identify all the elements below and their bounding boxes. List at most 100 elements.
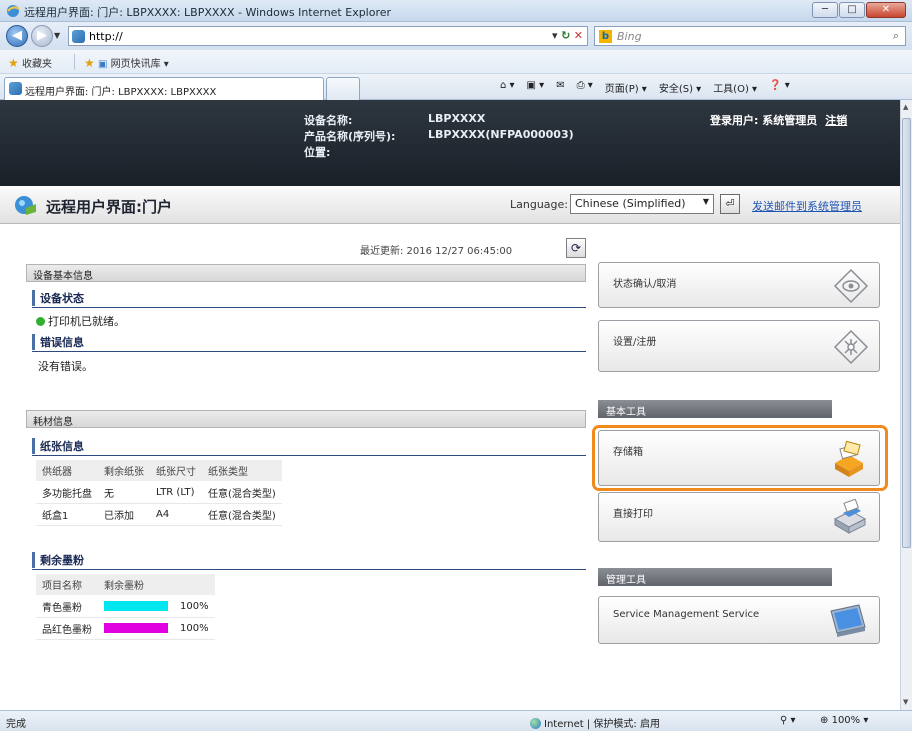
table-cell: 纸盒1 — [36, 503, 98, 526]
send-mail-link[interactable]: 发送邮件到系统管理员 — [752, 198, 862, 214]
history-dropdown-icon[interactable]: ▼ — [54, 31, 60, 40]
login-user-text: 登录用户: 系统管理员 — [710, 114, 818, 127]
add-favorite-icon: ★ — [84, 56, 95, 70]
location-label: 位置: — [304, 146, 331, 159]
table-header-row: 供纸器 剩余纸张 纸张尺寸 纸张类型 — [36, 460, 282, 482]
search-placeholder[interactable]: Bing — [617, 30, 642, 43]
print-icon[interactable]: ⎙ ▾ — [577, 80, 593, 95]
security-zone-text: Internet | 保护模式: 启用 — [544, 719, 660, 730]
magenta-toner-bar — [104, 623, 168, 633]
logout-link[interactable]: 注销 — [825, 114, 847, 127]
vertical-scrollbar[interactable]: ▲ ▼ — [900, 100, 912, 710]
column-header: 纸张尺寸 — [150, 460, 202, 482]
help-icon[interactable]: ❓ ▾ — [769, 80, 790, 95]
refresh-icon: ⟳ — [570, 241, 582, 255]
zoom-level[interactable]: ⊕ 100% ▾ — [820, 715, 868, 726]
feeds-icon[interactable]: ▣ ▾ — [527, 80, 545, 95]
tools-menu[interactable]: 工具(O) ▾ — [713, 80, 757, 95]
direct-print-button[interactable]: 直接打印 — [598, 492, 880, 542]
toner-level-bar — [98, 617, 174, 640]
status-monitor-button[interactable]: 状态确认/取消 — [598, 262, 880, 308]
toner-percent: 100% — [174, 595, 215, 618]
table-cell: A4 — [150, 503, 202, 526]
settings-button[interactable]: 设置/注册 — [598, 320, 880, 372]
sms-label: Service Management Service — [613, 609, 760, 620]
security-zone[interactable]: Internet | 保护模式: 启用 — [530, 715, 660, 730]
scrollbar-thumb[interactable] — [902, 118, 911, 548]
maximize-button[interactable]: □ — [839, 2, 865, 18]
page-menu[interactable]: 页面(P) ▾ — [605, 80, 647, 95]
star-icon: ★ — [8, 56, 19, 70]
column-header: 供纸器 — [36, 460, 98, 482]
error-info-text: 没有错误。 — [38, 360, 93, 373]
cyan-toner-bar — [104, 601, 168, 611]
language-apply-button[interactable]: ⏎ — [720, 194, 740, 214]
address-url[interactable]: http:// — [89, 30, 123, 43]
search-icon[interactable]: ⌕ — [893, 29, 899, 43]
table-header-row: 项目名称 剩余墨粉 — [36, 574, 215, 596]
paper-table: 供纸器 剩余纸张 纸张尺寸 纸张类型 多功能托盘 无 LTR (LT) 任意(混… — [36, 460, 282, 526]
sms-button[interactable]: Service Management Service — [598, 596, 880, 644]
basic-tools-heading: 基本工具 — [598, 400, 832, 418]
status-monitor-label: 状态确认/取消 — [613, 279, 677, 290]
divider — [32, 351, 586, 352]
toner-percent: 100% — [174, 617, 215, 640]
address-field[interactable]: http:// ▾ ↻ ✕ — [68, 26, 588, 46]
window-title: 远程用户界面: 门户: LBPXXXX: LBPXXXX - Windows I… — [24, 6, 392, 19]
search-field[interactable]: b Bing ⌕ — [594, 26, 906, 46]
refresh-status-button[interactable]: ⟳ — [566, 238, 586, 258]
address-tools: ▾ ↻ ✕ — [552, 29, 583, 42]
safety-menu[interactable]: 安全(S) ▾ — [659, 80, 701, 95]
language-value: Chinese (Simplified) — [575, 197, 686, 210]
paper-info-heading: 纸张信息 — [32, 438, 84, 454]
zoom-value: 100% — [831, 715, 861, 726]
consumables-bar: 耗材信息 — [26, 410, 586, 428]
zoom-tool-icon[interactable]: ⚲ ▾ — [780, 715, 796, 726]
language-select[interactable]: Chinese (Simplified) ▼ — [570, 194, 714, 214]
back-button[interactable]: ◀ — [6, 25, 28, 47]
direct-print-label: 直接打印 — [613, 509, 653, 520]
forward-button[interactable]: ▶ — [31, 25, 53, 47]
page-viewport: 设备名称: LBPXXXX 产品名称(序列号): LBPXXXX(NFPA000… — [0, 100, 900, 710]
new-tab-button[interactable] — [326, 77, 360, 100]
minimize-button[interactable]: ─ — [812, 2, 838, 18]
mail-icon[interactable]: ✉ — [556, 80, 564, 95]
stop-icon[interactable]: ✕ — [574, 29, 583, 42]
monitor-icon — [830, 604, 866, 637]
scroll-down-icon[interactable]: ▼ — [903, 698, 908, 706]
device-name-value: LBPXXXX — [428, 112, 486, 125]
window-titlebar: 远程用户界面: 门户: LBPXXXX: LBPXXXX - Windows I… — [0, 0, 912, 22]
refresh-icon[interactable]: ↻ — [561, 29, 570, 42]
table-cell: 多功能托盘 — [36, 481, 98, 504]
device-name-label: 设备名称: — [304, 114, 353, 127]
status-text: 完成 — [6, 719, 26, 730]
close-button[interactable]: ✕ — [866, 2, 906, 18]
suggested-sites-button[interactable]: ★ ▣ 网页快讯库 ▾ — [84, 55, 169, 70]
home-icon[interactable]: ⌂ ▾ — [500, 80, 515, 95]
address-toolbar: ◀ ▶ ▼ http:// ▾ ↻ ✕ b Bing ⌕ — [0, 22, 912, 50]
favorites-label: 收藏夹 — [21, 59, 52, 70]
scroll-up-icon[interactable]: ▲ — [903, 103, 908, 111]
table-row: 青色墨粉 100% — [36, 595, 215, 618]
device-basic-info-bar: 设备基本信息 — [26, 264, 586, 282]
tab-active[interactable]: 远程用户界面: 门户: LBPXXXX: LBPXXXX — [4, 77, 324, 100]
toner-table: 项目名称 剩余墨粉 青色墨粉 100% 品红色墨粉 100% — [36, 574, 215, 640]
table-cell: 无 — [98, 481, 150, 504]
divider — [32, 307, 586, 308]
table-row: 多功能托盘 无 LTR (LT) 任意(混合类型) — [36, 481, 282, 504]
column-header: 项目名称 — [36, 574, 98, 596]
favorites-button[interactable]: ★ 收藏夹 — [8, 55, 52, 70]
device-status-message: 打印机已就绪。 — [48, 315, 125, 328]
login-user: 登录用户: 系统管理员 注销 — [710, 112, 847, 128]
product-name-value: LBPXXXX(NFPA000003) — [428, 128, 574, 141]
table-cell: LTR (LT) — [150, 481, 202, 504]
rui-header: 设备名称: LBPXXXX 产品名称(序列号): LBPXXXX(NFPA000… — [0, 100, 900, 186]
divider — [32, 569, 586, 570]
command-bar: ⌂ ▾ ▣ ▾ ✉ ⎙ ▾ 页面(P) ▾ 安全(S) ▾ 工具(O) ▾ ❓ … — [500, 80, 790, 95]
column-header: 剩余纸张 — [98, 460, 150, 482]
printer-icon — [833, 499, 867, 534]
column-header: 纸张类型 — [202, 460, 282, 482]
zoom-icon: ⊕ — [820, 715, 829, 726]
device-status-text: 打印机已就绪。 — [36, 313, 125, 329]
rui-titlebar: 远程用户界面:门户 Language: Chinese (Simplified)… — [0, 186, 900, 224]
